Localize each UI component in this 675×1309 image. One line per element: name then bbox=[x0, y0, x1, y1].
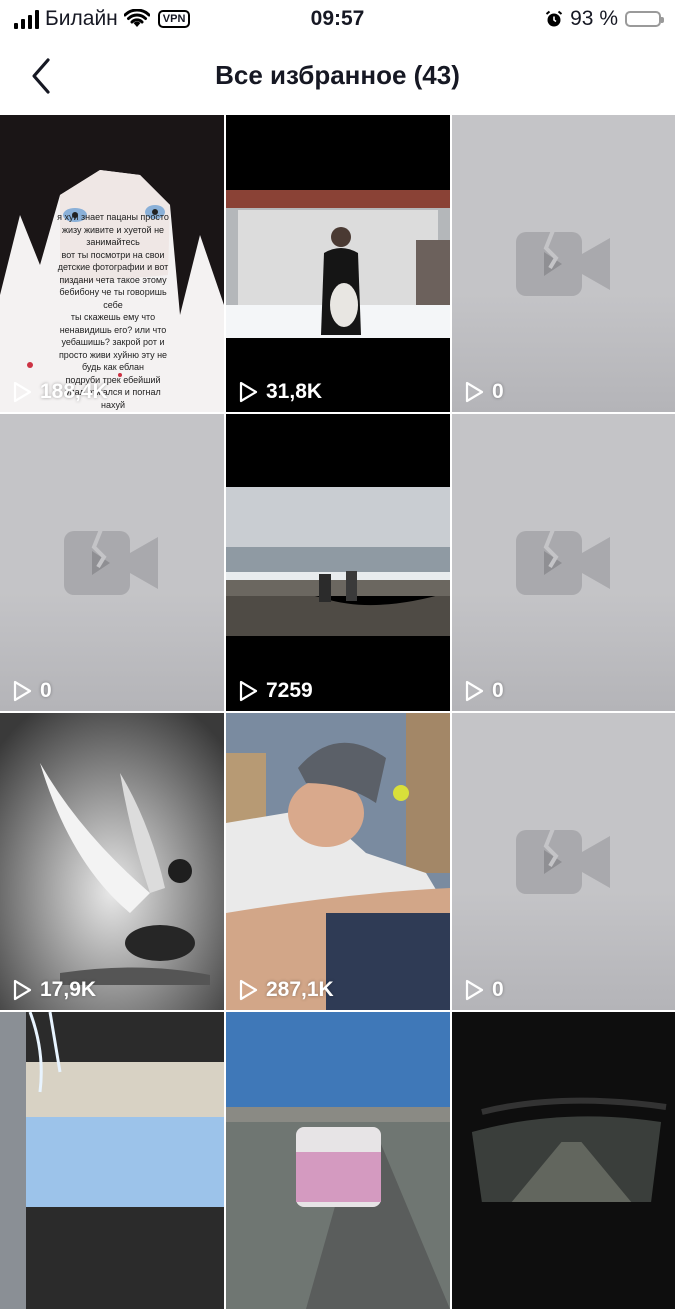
broken-video-icon bbox=[515, 825, 610, 894]
broken-video-icon bbox=[515, 526, 610, 595]
view-count-label: 0 bbox=[492, 380, 504, 403]
alarm-icon bbox=[545, 10, 563, 27]
video-tile-unavailable[interactable]: 0 bbox=[0, 414, 224, 711]
play-icon bbox=[465, 680, 484, 702]
video-tile[interactable]: 287,1K bbox=[226, 713, 450, 1010]
view-count-label: 17,9K bbox=[40, 978, 97, 1001]
video-thumbnail bbox=[0, 713, 224, 1010]
video-tile-unavailable[interactable]: 0 bbox=[452, 115, 675, 412]
view-count: 17,9K bbox=[10, 978, 96, 1002]
view-count: 31,8K bbox=[236, 380, 322, 404]
play-icon bbox=[13, 680, 32, 702]
view-count-label: 0 bbox=[492, 978, 504, 1001]
navigation-bar: Все избранное (43) bbox=[0, 38, 675, 114]
status-bar: Билайн VPN 09:57 93 % bbox=[0, 0, 675, 38]
play-icon bbox=[465, 979, 484, 1001]
video-tile[interactable] bbox=[452, 1012, 675, 1309]
play-icon bbox=[465, 381, 484, 403]
view-count-label: 0 bbox=[40, 679, 52, 702]
broken-video-icon bbox=[515, 227, 610, 296]
video-tile[interactable]: я хуй знает пацаны просто жизу живите и … bbox=[0, 115, 224, 412]
favorites-video-grid: я хуй знает пацаны просто жизу живите и … bbox=[0, 115, 675, 1309]
video-thumbnail bbox=[226, 414, 450, 711]
video-thumbnail bbox=[226, 1012, 450, 1309]
video-tile[interactable] bbox=[0, 1012, 224, 1309]
play-icon bbox=[239, 680, 258, 702]
broken-video-icon bbox=[64, 526, 158, 595]
view-count: 0 bbox=[462, 380, 504, 404]
view-count: 0 bbox=[10, 679, 52, 703]
video-thumbnail bbox=[452, 1012, 675, 1309]
video-tile[interactable]: 17,9K bbox=[0, 713, 224, 1010]
video-thumbnail bbox=[0, 1012, 224, 1309]
view-count: 188,4K bbox=[10, 380, 108, 404]
play-icon bbox=[13, 979, 32, 1001]
play-icon bbox=[239, 979, 258, 1001]
video-tile[interactable]: 31,8K bbox=[226, 115, 450, 412]
view-count-label: 7259 bbox=[266, 679, 313, 702]
video-tile-unavailable[interactable]: 0 bbox=[452, 414, 675, 711]
video-tile-unavailable[interactable]: 0 bbox=[452, 713, 675, 1010]
view-count: 0 bbox=[462, 679, 504, 703]
view-count-label: 0 bbox=[492, 679, 504, 702]
status-right: 93 % bbox=[545, 7, 664, 31]
view-count: 7259 bbox=[236, 679, 313, 703]
video-thumbnail bbox=[226, 115, 450, 412]
view-count: 0 bbox=[462, 978, 504, 1002]
view-count-label: 287,1K bbox=[266, 978, 334, 1001]
battery-icon bbox=[625, 11, 664, 27]
view-count: 287,1K bbox=[236, 978, 334, 1002]
view-count-label: 188,4K bbox=[40, 380, 108, 403]
play-icon bbox=[239, 381, 258, 403]
video-tile[interactable] bbox=[226, 1012, 450, 1309]
play-icon bbox=[13, 381, 32, 403]
view-count-label: 31,8K bbox=[266, 380, 323, 403]
battery-percent: 93 % bbox=[570, 7, 618, 30]
video-thumbnail bbox=[226, 713, 450, 1010]
video-tile[interactable]: 7259 bbox=[226, 414, 450, 711]
page-title: Все избранное (43) bbox=[215, 60, 460, 90]
